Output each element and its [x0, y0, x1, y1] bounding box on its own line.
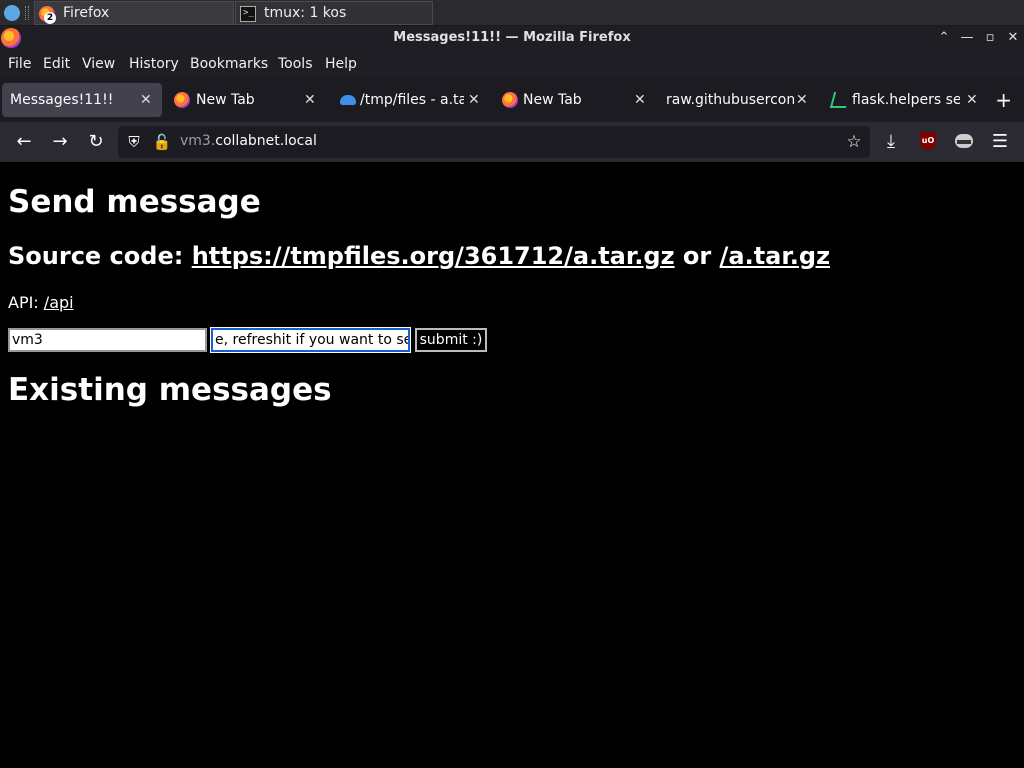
close-tab-icon[interactable]: ✕	[966, 83, 978, 117]
tab-label: New Tab	[196, 92, 255, 108]
restore-icon[interactable]: —	[957, 28, 977, 48]
window-titlebar: Messages!11!! — Mozilla Firefox ⌃ — ▫ ✕	[0, 26, 1024, 50]
source-or-text: or	[674, 242, 720, 270]
taskbar-task-label: Firefox	[63, 5, 110, 21]
forward-arrow-icon[interactable]: →	[48, 130, 72, 154]
new-tab-plus-icon[interactable]: +	[995, 90, 1012, 110]
close-tab-icon[interactable]: ✕	[140, 83, 152, 117]
reload-icon[interactable]: ↻	[84, 130, 108, 154]
bookmark-star-icon[interactable]: ☆	[844, 132, 864, 152]
window-count-badge: 2	[44, 12, 56, 24]
page-title: Send message	[8, 184, 261, 220]
menu-file[interactable]: File	[8, 56, 31, 72]
url-host: collabnet.local	[215, 133, 317, 149]
tab-label: Messages!11!!	[10, 92, 114, 108]
menu-bar: File Edit View History Bookmarks Tools H…	[0, 50, 1024, 78]
name-input[interactable]: vm3	[8, 328, 207, 352]
tab-label: raw.githubuserconte	[666, 92, 794, 108]
close-tab-icon[interactable]: ✕	[304, 83, 316, 117]
lock-insecure-icon[interactable]: 🔓	[152, 132, 172, 152]
start-menu-icon[interactable]	[4, 5, 20, 21]
taskbar: 2 Firefox >_ tmux: 1 kos	[0, 0, 1024, 26]
back-arrow-icon[interactable]: ←	[12, 130, 36, 154]
flask-icon	[829, 92, 851, 108]
api-link[interactable]: /api	[44, 293, 74, 312]
tab-new-tab-1[interactable]: New Tab ✕	[164, 83, 324, 117]
tab-tmp-files[interactable]: /tmp/files - a.tar ✕	[330, 83, 488, 117]
navigation-toolbar: ← → ↻ ⛨ 🔓 vm3.collabnet.local ☆ ⤓ uO ☰	[0, 122, 1024, 162]
source-code-line: Source code: https://tmpfiles.org/361712…	[8, 242, 830, 270]
terminal-icon: >_	[240, 6, 256, 22]
existing-messages-heading: Existing messages	[8, 372, 332, 408]
hamburger-menu-icon[interactable]: ☰	[988, 130, 1012, 154]
submit-button[interactable]: submit :)	[415, 328, 487, 352]
tab-strip: Messages!11!! ✕ New Tab ✕ /tmp/files - a…	[0, 78, 1024, 122]
tab-label: /tmp/files - a.tar	[360, 92, 464, 108]
menu-history[interactable]: History	[129, 56, 179, 72]
api-label: API:	[8, 293, 44, 312]
url-text[interactable]: vm3.collabnet.local	[180, 133, 317, 149]
tab-flask-helpers[interactable]: flask.helpers se ✕	[822, 83, 986, 117]
menu-tools[interactable]: Tools	[278, 56, 313, 72]
tab-label: New Tab	[523, 92, 582, 108]
url-bar[interactable]: ⛨ 🔓 vm3.collabnet.local ☆	[118, 126, 870, 158]
source-link-local[interactable]: /a.tar.gz	[720, 242, 830, 270]
tab-label: flask.helpers se	[852, 92, 960, 108]
menu-help[interactable]: Help	[325, 56, 357, 72]
url-prefix: vm3.	[180, 133, 216, 149]
page-content: Send message Source code: https://tmpfil…	[0, 162, 1024, 768]
close-tab-icon[interactable]: ✕	[796, 83, 808, 117]
menu-bookmarks[interactable]: Bookmarks	[190, 56, 268, 72]
tab-raw-github[interactable]: raw.githubuserconte ✕	[656, 83, 816, 117]
taskbar-task-tmux[interactable]: >_ tmux: 1 kos	[235, 1, 433, 25]
source-code-label: Source code:	[8, 242, 192, 270]
close-icon[interactable]: ✕	[1003, 28, 1023, 48]
taskbar-grip	[25, 6, 29, 20]
incognito-extension-icon[interactable]	[955, 134, 973, 148]
cloud-icon	[340, 95, 356, 105]
close-tab-icon[interactable]: ✕	[634, 83, 646, 117]
firefox-icon	[174, 92, 190, 108]
tab-new-tab-2[interactable]: New Tab ✕	[492, 83, 656, 117]
minimize-icon[interactable]: ⌃	[934, 28, 954, 48]
source-link-tmpfiles[interactable]: https://tmpfiles.org/361712/a.tar.gz	[192, 242, 675, 270]
tab-messages[interactable]: Messages!11!! ✕	[2, 83, 162, 117]
ublock-icon[interactable]: uO	[920, 132, 936, 150]
window-title: Messages!11!! — Mozilla Firefox	[393, 30, 631, 45]
shield-icon[interactable]: ⛨	[124, 132, 144, 152]
menu-view[interactable]: View	[82, 56, 115, 72]
message-input[interactable]: e, refreshit if you want to se	[210, 327, 411, 353]
taskbar-task-label: tmux: 1 kos	[264, 5, 347, 21]
api-line: API: /api	[8, 293, 74, 312]
downloads-icon[interactable]: ⤓	[879, 130, 903, 154]
firefox-icon	[502, 92, 518, 108]
maximize-icon[interactable]: ▫	[980, 28, 1000, 48]
taskbar-task-firefox[interactable]: 2 Firefox	[34, 1, 234, 25]
close-tab-icon[interactable]: ✕	[468, 83, 480, 117]
menu-edit[interactable]: Edit	[43, 56, 70, 72]
